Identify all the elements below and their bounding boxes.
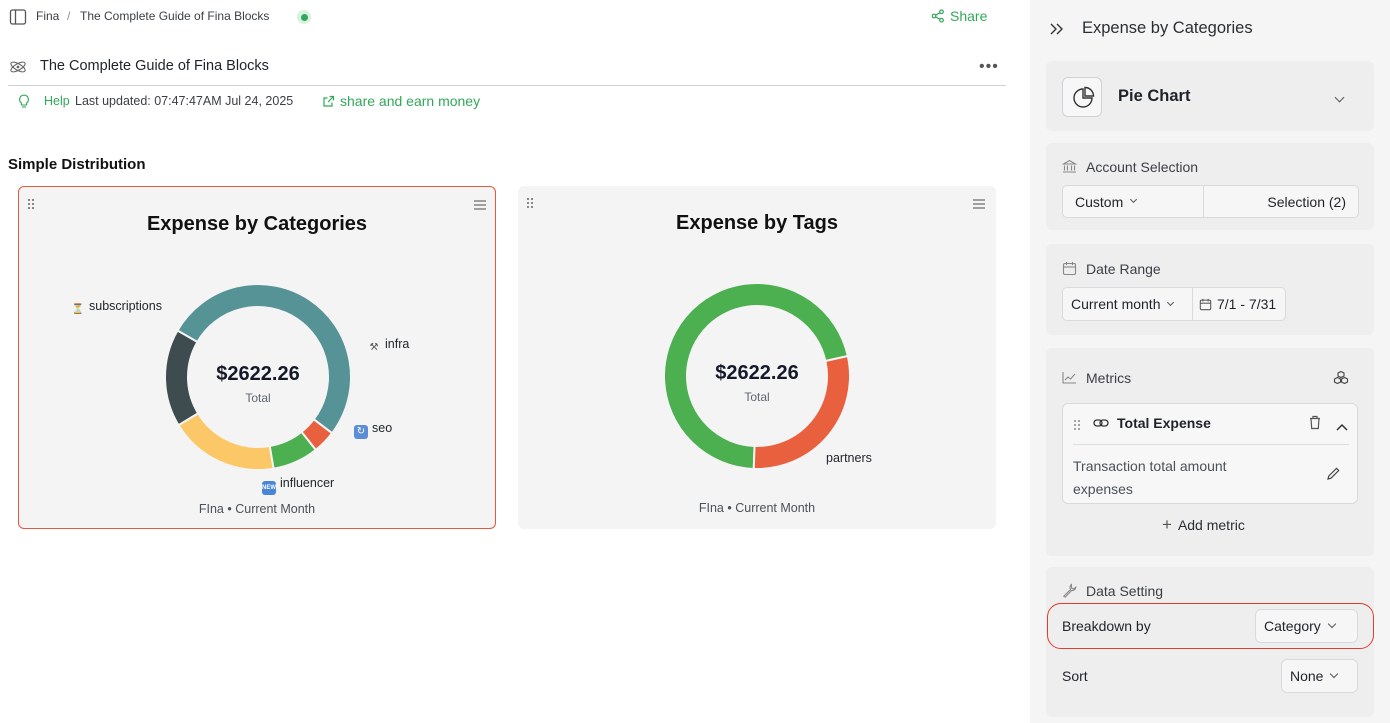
- account-selection-section: Account Selection Custom Selection (2): [1046, 143, 1374, 230]
- donut-chart: [663, 282, 851, 470]
- line-chart-icon: [1062, 371, 1077, 389]
- metric-item[interactable]: Total Expense Transaction total amount e…: [1062, 403, 1358, 504]
- share-button[interactable]: Share: [931, 8, 987, 24]
- metric-title: Total Expense: [1117, 415, 1211, 431]
- card-footer: FIna • Current Month: [698, 501, 816, 515]
- chevron-down-icon: [1330, 669, 1339, 679]
- donut-slice-subscriptions[interactable]: [176, 283, 352, 435]
- help-link[interactable]: Help: [44, 94, 70, 108]
- drag-handle-icon[interactable]: [1073, 418, 1081, 436]
- chart-card-tags[interactable]: Expense by Tags $2622.26 Total partners …: [518, 186, 996, 529]
- chart-card-categories[interactable]: Expense by Categories $2622.26 Total ⏳ su…: [18, 186, 496, 529]
- hourglass-icon: ⏳: [71, 304, 85, 315]
- more-options-icon[interactable]: •••: [979, 58, 999, 76]
- sidebar-toggle-icon[interactable]: [9, 8, 27, 31]
- chevron-up-icon[interactable]: [1336, 418, 1348, 436]
- sort-value: None: [1290, 668, 1324, 684]
- share-icon: [931, 9, 944, 23]
- donut-total-value: $2622.26: [216, 363, 300, 385]
- link-icon: [1093, 416, 1109, 435]
- account-mode-dropdown[interactable]: Custom: [1062, 185, 1204, 218]
- chevron-down-icon: [1130, 195, 1138, 204]
- breadcrumb-separator: /: [67, 9, 71, 23]
- slice-label-partners: partners: [826, 451, 872, 465]
- title-divider: [8, 85, 1006, 86]
- donut-total-value: $2622.26: [715, 362, 799, 384]
- date-range-picker[interactable]: 7/1 - 7/31: [1192, 287, 1286, 321]
- metric-description: Transaction total amount expenses: [1073, 458, 1227, 497]
- pie-chart-icon: [1062, 77, 1102, 117]
- doc-title[interactable]: The Complete Guide of Fina Blocks: [40, 58, 269, 74]
- sort-label: Sort: [1062, 668, 1088, 684]
- highlight-annotation: [1047, 603, 1374, 649]
- account-selection-value: Selection (2): [1267, 193, 1346, 210]
- cube-group-icon[interactable]: [1333, 370, 1349, 391]
- tools-icon: ⚒: [369, 342, 379, 353]
- external-link-icon: [322, 95, 335, 113]
- sync-status-indicator: [297, 10, 311, 24]
- last-updated: Last updated: 07:47:47AM Jul 24, 2025: [75, 94, 294, 108]
- collapse-panel-icon[interactable]: [1049, 22, 1065, 41]
- refresh-icon: ↻: [354, 425, 368, 439]
- date-preset-value: Current month: [1071, 296, 1161, 312]
- donut-slice-influencer[interactable]: [164, 329, 200, 427]
- pencil-icon[interactable]: [1326, 466, 1341, 486]
- date-range-value: 7/1 - 7/31: [1217, 296, 1277, 312]
- panel-title: Expense by Categories: [1082, 19, 1253, 37]
- section-title: Simple Distribution: [8, 156, 146, 173]
- lightbulb-icon: [18, 94, 30, 114]
- data-setting-label: Data Setting: [1086, 583, 1164, 599]
- slice-label-subscriptions: ⏳ subscriptions: [71, 299, 162, 315]
- donut-slice-seo[interactable]: [177, 411, 275, 471]
- plus-icon: +: [1162, 515, 1172, 534]
- breadcrumb-workspace[interactable]: Fina: [36, 9, 59, 23]
- donut-total-label: Total: [744, 390, 770, 404]
- trash-icon[interactable]: [1308, 415, 1322, 435]
- sort-dropdown[interactable]: None: [1281, 659, 1358, 693]
- chart-type-selector[interactable]: Pie Chart: [1046, 61, 1374, 131]
- add-metric-button[interactable]: + Add metric: [1162, 515, 1245, 534]
- donut-total-label: Total: [245, 391, 271, 405]
- account-selection-button[interactable]: Selection (2): [1203, 185, 1359, 218]
- metrics-label: Metrics: [1086, 370, 1132, 386]
- share-earn-link[interactable]: share and earn money: [340, 93, 480, 109]
- date-range-section: Date Range Current month 7/1 - 7/31: [1046, 244, 1374, 335]
- slice-label-seo: ↻ seo: [354, 421, 392, 439]
- share-label: Share: [950, 8, 988, 24]
- date-range-label: Date Range: [1086, 261, 1161, 277]
- breadcrumb-page[interactable]: The Complete Guide of Fina Blocks: [80, 9, 269, 23]
- chevron-down-icon: [1167, 298, 1175, 306]
- slice-label-influencer: NEW influencer: [262, 476, 334, 495]
- donut-chart: [164, 283, 352, 471]
- doc-atom-icon: [9, 58, 27, 81]
- document-area: Fina / The Complete Guide of Fina Blocks…: [0, 0, 1030, 723]
- slice-label-infra: ⚒ infra: [367, 337, 410, 355]
- chevron-down-icon: [1334, 92, 1345, 103]
- chart-type-label: Pie Chart: [1118, 87, 1191, 105]
- card-footer: FIna • Current Month: [198, 502, 316, 516]
- calendar-icon: [1062, 261, 1077, 281]
- account-mode-value: Custom: [1075, 193, 1124, 210]
- metric-divider: [1073, 444, 1349, 445]
- bank-icon: [1061, 159, 1078, 179]
- date-preset-dropdown[interactable]: Current month: [1062, 287, 1193, 321]
- calendar-icon: [1199, 298, 1212, 310]
- account-selection-label: Account Selection: [1086, 159, 1199, 175]
- add-metric-label: Add metric: [1177, 517, 1245, 533]
- new-badge-icon: NEW: [262, 481, 276, 495]
- wrench-icon: [1062, 583, 1077, 603]
